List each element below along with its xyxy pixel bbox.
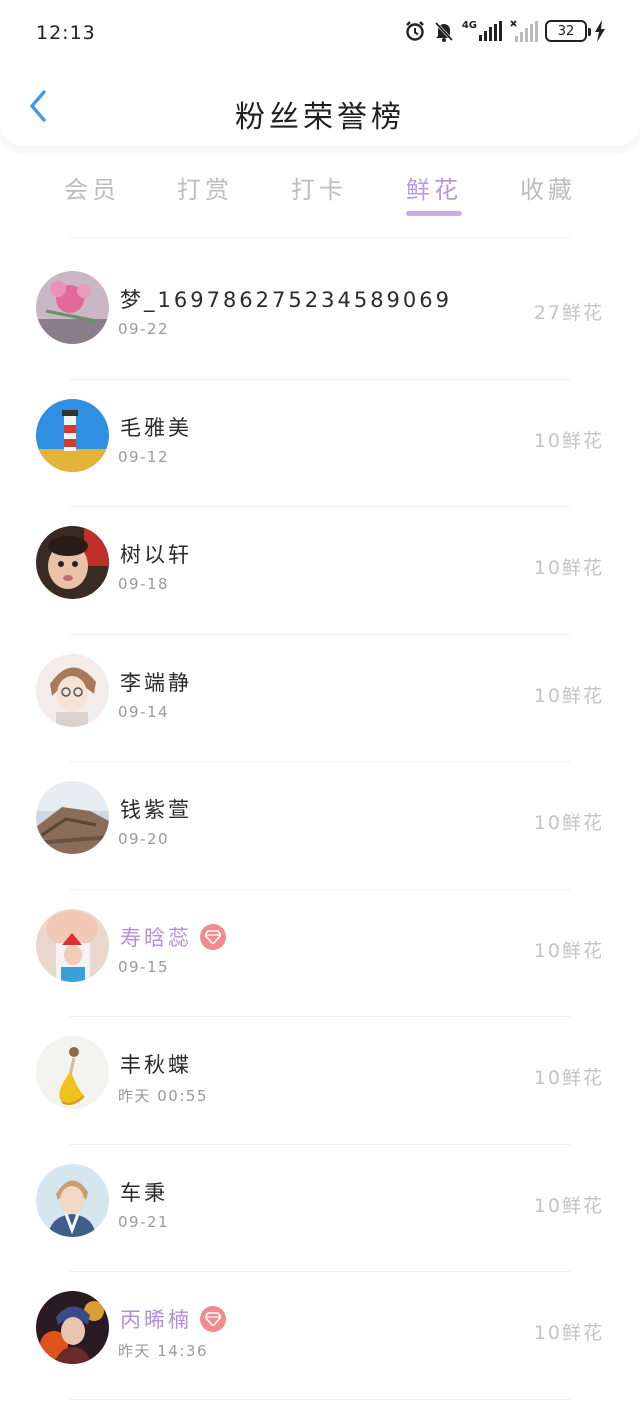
fan-name: 钱紫萱 xyxy=(120,798,192,822)
name-line: 梦_169786275234589069 xyxy=(120,284,452,314)
header: 粉丝荣誉榜 xyxy=(0,66,640,146)
tab-favorites[interactable]: 收藏 xyxy=(503,170,593,205)
diamond-vip-icon xyxy=(200,923,226,950)
fan-date: 09-12 xyxy=(118,447,170,466)
status-bar: 12:13 4G 32 xyxy=(0,0,640,66)
fan-row[interactable]: 梦_169786275234589069 09-22 27鲜花 xyxy=(0,252,640,380)
tabs-divider xyxy=(70,238,570,239)
fan-date: 昨天 00:55 xyxy=(118,1087,208,1105)
network-type-label: 4G xyxy=(461,20,477,31)
avatar[interactable] xyxy=(36,1163,109,1237)
avatar[interactable] xyxy=(36,908,109,982)
tab-flowers[interactable]: 鲜花 xyxy=(389,170,479,205)
flower-count: 10鲜花 xyxy=(533,429,604,452)
alarm-icon xyxy=(404,20,426,42)
fan-date: 09-14 xyxy=(118,702,170,721)
fan-name: 丙晞楠 xyxy=(120,1308,192,1332)
flower-count: 27鲜花 xyxy=(533,302,604,324)
fan-name: 树以轩 xyxy=(120,543,192,567)
flower-count: 10鲜花 xyxy=(533,1067,604,1089)
fan-date: 09-18 xyxy=(118,575,170,593)
name-line: 丰秋蝶 xyxy=(120,1049,192,1079)
fan-date: 09-20 xyxy=(118,830,170,848)
fan-date: 昨天 14:36 xyxy=(118,1342,208,1360)
page-title: 粉丝荣誉榜 xyxy=(235,100,405,135)
flower-count: 10鲜花 xyxy=(533,1322,604,1344)
name-line: 李端静 xyxy=(120,667,192,697)
flower-count: 10鲜花 xyxy=(533,939,604,962)
flower-count: 10鲜花 xyxy=(533,1194,604,1217)
fan-row[interactable]: 丙晞楠 昨天 14:36 10鲜花 xyxy=(0,1272,640,1400)
avatar[interactable] xyxy=(36,271,109,344)
fan-row[interactable]: 李端静 09-14 10鲜花 xyxy=(0,635,640,763)
fan-row[interactable]: 钱紫萱 09-20 10鲜花 xyxy=(0,762,640,890)
status-time: 12:13 xyxy=(36,22,96,44)
mute-bell-icon xyxy=(433,20,455,42)
name-line: 丙晞楠 xyxy=(120,1304,226,1334)
name-line: 寿晗蕊 xyxy=(120,922,226,952)
avatar[interactable] xyxy=(36,1036,109,1109)
fan-row[interactable]: 车秉 09-21 10鲜花 xyxy=(0,1145,640,1273)
name-line: 车秉 xyxy=(120,1177,168,1207)
fan-row[interactable]: 寿晗蕊 09-15 10鲜花 xyxy=(0,890,640,1018)
fan-date: 09-21 xyxy=(118,1212,170,1231)
fan-row[interactable]: 丰秋蝶 昨天 00:55 10鲜花 xyxy=(0,1017,640,1145)
tab-rewards[interactable]: 打赏 xyxy=(160,170,250,205)
charging-icon xyxy=(594,20,606,42)
fan-name: 李端静 xyxy=(120,670,192,695)
signal-no-sim-icon xyxy=(510,20,538,42)
fan-name: 毛雅美 xyxy=(120,415,192,440)
flower-count: 10鲜花 xyxy=(533,684,604,707)
avatar[interactable] xyxy=(36,653,109,727)
name-line: 毛雅美 xyxy=(120,412,192,442)
fan-name: 梦_169786275234589069 xyxy=(120,288,452,312)
fan-row[interactable]: 树以轩 09-18 10鲜花 xyxy=(0,507,640,635)
active-tab-indicator xyxy=(406,211,462,216)
avatar[interactable] xyxy=(36,781,109,854)
name-line: 树以轩 xyxy=(120,539,192,569)
fan-name: 车秉 xyxy=(120,1180,168,1205)
tab-members[interactable]: 会员 xyxy=(47,170,137,205)
tab-checkin[interactable]: 打卡 xyxy=(274,170,364,205)
flower-count: 10鲜花 xyxy=(533,812,604,834)
fan-date: 09-22 xyxy=(118,320,170,338)
status-icons: 4G 32 xyxy=(404,18,606,44)
fan-row[interactable]: 毛雅美 09-12 10鲜花 xyxy=(0,380,640,508)
fan-date: 09-15 xyxy=(118,957,170,976)
fan-name: 寿晗蕊 xyxy=(120,925,192,950)
avatar[interactable] xyxy=(36,526,109,599)
fan-name: 丰秋蝶 xyxy=(120,1053,192,1077)
avatar[interactable] xyxy=(36,398,109,472)
fan-list: 梦_169786275234589069 09-22 27鲜花 毛雅美 09-1… xyxy=(0,252,640,1400)
battery-level: 32 xyxy=(557,23,575,39)
name-line: 钱紫萱 xyxy=(120,794,192,824)
tab-bar: 会员 打赏 打卡 鲜花 收藏 xyxy=(0,160,640,220)
signal-4g-icon: 4G xyxy=(462,21,503,41)
flower-count: 10鲜花 xyxy=(533,557,604,579)
avatar[interactable] xyxy=(36,1291,109,1364)
diamond-vip-icon xyxy=(200,1306,226,1332)
battery-icon: 32 xyxy=(545,20,591,42)
